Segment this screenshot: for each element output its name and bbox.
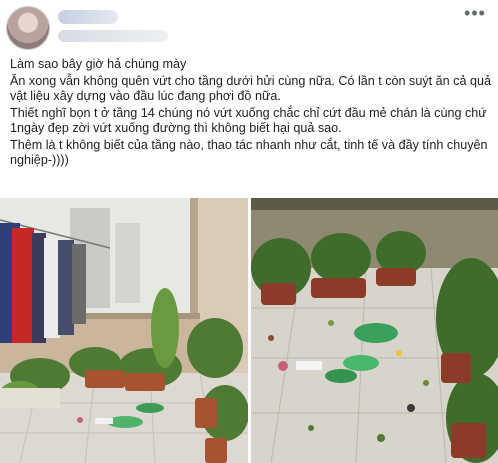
photo-balcony-trash[interactable] [251, 198, 498, 463]
photo-grid [0, 198, 498, 463]
author-name-blurred[interactable] [58, 10, 118, 24]
post-line: Làm sao bây giờ hả chúng mày [10, 57, 187, 71]
photo-balcony-laundry[interactable] [0, 198, 248, 463]
author-avatar[interactable] [6, 6, 50, 50]
ellipsis-icon: ••• [464, 3, 486, 23]
more-options-button[interactable]: ••• [462, 3, 488, 24]
post-line: Thêm là t không biết của tầng nào, thao … [10, 137, 488, 168]
post-line: Thiết nghĩ bọn t ở tầng 14 chúng nó vứt … [10, 105, 487, 136]
post-header: ••• [0, 0, 498, 56]
post-meta-blurred [58, 30, 168, 42]
post-text: Làm sao bây giờ hả chúng mày Ăn xong vẫn… [10, 57, 492, 170]
post-line: Ăn xong vẫn không quên vứt cho tầng dưới… [10, 73, 491, 104]
